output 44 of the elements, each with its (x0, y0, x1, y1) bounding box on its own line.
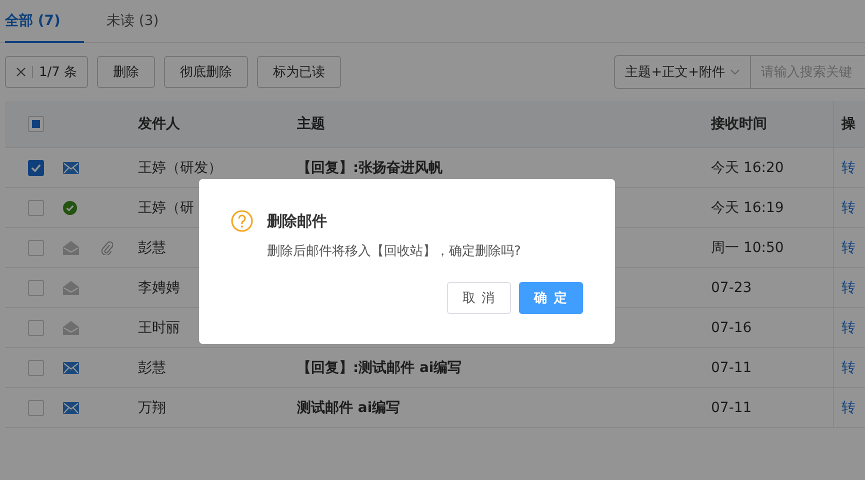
tab[interactable]: 未读 (3) (106, 0, 183, 43)
received-time: 07-23 (711, 280, 752, 296)
sender: 王婷（研发） (138, 160, 222, 176)
subject: 测试邮件 ai编写 (297, 400, 400, 416)
sender: 彭慧 (138, 360, 166, 376)
forward-link[interactable]: 转 (842, 240, 856, 256)
received-time: 周一 10:50 (711, 240, 784, 256)
selection-count: 1/7 条 (39, 64, 78, 81)
dialog-title: 删除邮件 (267, 212, 327, 230)
received-time: 今天 16:19 (711, 200, 784, 216)
subject: 【回复】:张扬奋进风帆 (297, 160, 443, 176)
subject: 【回复】:测试邮件 ai编写 (297, 360, 462, 376)
received-time: 07-16 (711, 320, 752, 336)
forward-link[interactable]: 转 (842, 280, 856, 296)
received-time: 今天 16:20 (711, 160, 784, 176)
column-header: 接收时间 (711, 116, 767, 132)
forward-link[interactable]: 转 (842, 360, 856, 376)
forward-link[interactable]: 转 (842, 160, 856, 176)
cancel-button[interactable]: 取 消 (447, 282, 511, 314)
forward-link[interactable]: 转 (842, 320, 856, 336)
search-scope-dropdown[interactable]: 主题+正文+附件 (615, 56, 751, 88)
received-time: 07-11 (711, 400, 752, 416)
confirm-button[interactable]: 确 定 (519, 282, 583, 314)
dialog-message: 删除后邮件将移入【回收站】，确定删除吗? (267, 243, 522, 260)
chevron-down-icon (730, 69, 740, 75)
forward-link[interactable]: 转 (842, 200, 856, 216)
toolbar-button[interactable]: 标为已读 (257, 56, 342, 88)
close-icon[interactable] (16, 67, 26, 77)
checkbox[interactable] (28, 160, 44, 176)
column-header: 操 (842, 116, 856, 132)
sender: 彭慧 (138, 240, 166, 256)
question-icon (231, 210, 253, 232)
toolbar-button[interactable]: 彻底删除 (164, 56, 248, 88)
sender: 万翔 (138, 400, 166, 416)
tab[interactable]: 全部 (7) (5, 0, 84, 43)
column-header: 主题 (297, 116, 325, 132)
received-time: 07-11 (711, 360, 752, 376)
sender: 李娉娉 (138, 280, 180, 296)
checkmark-icon (31, 164, 41, 172)
column-header: 发件人 (138, 116, 180, 132)
toolbar-button[interactable]: 删除 (97, 56, 156, 88)
sender: 王婷（研 (138, 200, 194, 216)
sender: 王时丽 (138, 320, 180, 336)
forward-link[interactable]: 转 (842, 400, 856, 416)
